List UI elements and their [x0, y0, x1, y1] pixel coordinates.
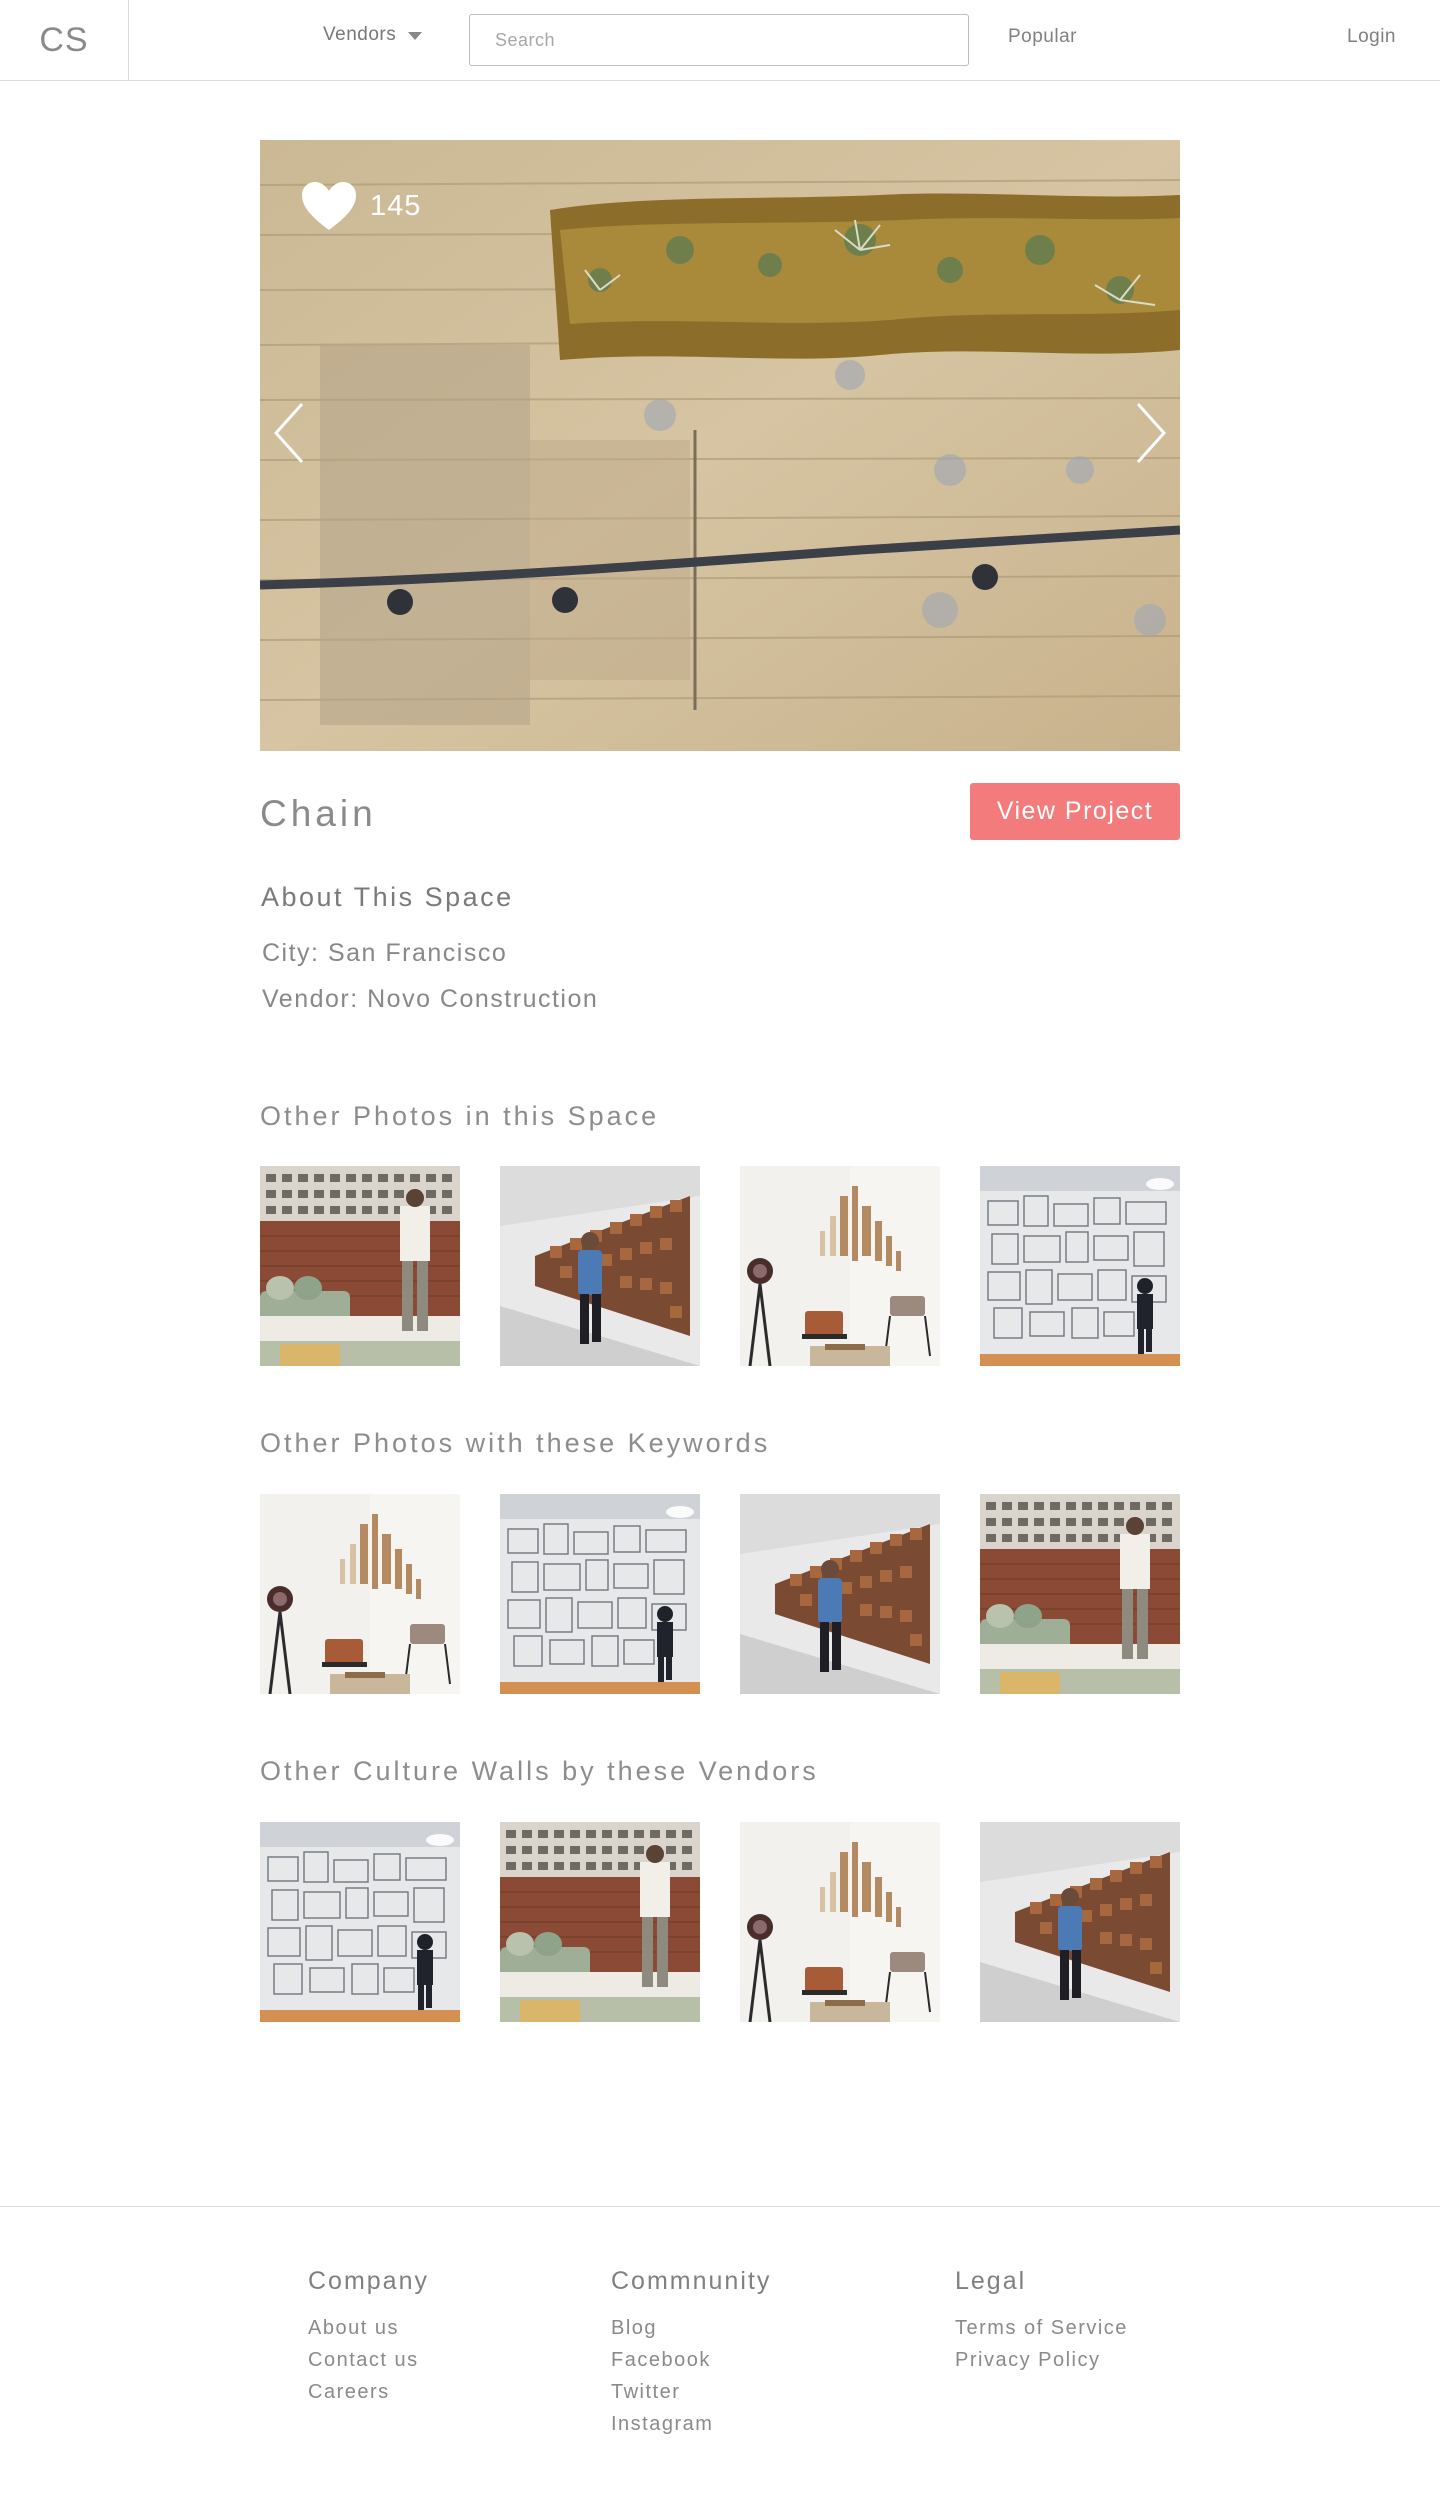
footer-link-careers[interactable]: Careers [308, 2376, 429, 2408]
thumbnail[interactable] [740, 1494, 940, 1694]
heart-icon [302, 182, 356, 230]
hero-carousel: 145 [260, 140, 1180, 751]
thumbnail[interactable] [740, 1166, 940, 1366]
footer-link-blog[interactable]: Blog [611, 2312, 771, 2344]
vendors-label: Vendors [323, 24, 397, 45]
section-heading-vendors: Other Culture Walls by these Vendors [260, 1756, 819, 1786]
footer-link-facebook[interactable]: Facebook [611, 2344, 771, 2376]
footer-column-legal: Legal Terms of Service Privacy Policy [955, 2267, 1128, 2376]
footer-column-community: Commnunity Blog Facebook Twitter Instagr… [611, 2267, 771, 2440]
chevron-down-icon [408, 32, 423, 40]
thumbnail[interactable] [260, 1494, 460, 1694]
footer: Company About us Contact us Careers Comm… [0, 2206, 1440, 2494]
about-heading: About This Space [261, 882, 514, 912]
search-input[interactable] [469, 14, 969, 66]
nav-login-link[interactable]: Login [1347, 26, 1396, 48]
footer-link-instagram[interactable]: Instagram [611, 2408, 771, 2440]
thumbnail[interactable] [980, 1494, 1180, 1694]
footer-column-company: Company About us Contact us Careers [308, 2267, 429, 2408]
like-counter[interactable]: 145 [300, 180, 421, 232]
footer-heading: Company [308, 2267, 429, 2295]
section-heading-space: Other Photos in this Space [260, 1101, 660, 1131]
footer-link-privacy[interactable]: Privacy Policy [955, 2344, 1128, 2376]
thumbnail[interactable] [500, 1166, 700, 1366]
section-heading-keywords: Other Photos with these Keywords [260, 1428, 771, 1458]
footer-heading: Commnunity [611, 2267, 772, 2295]
thumbnail[interactable] [980, 1166, 1180, 1366]
site-logo[interactable]: CS [0, 0, 129, 80]
footer-link-about[interactable]: About us [308, 2312, 429, 2344]
thumbnail[interactable] [500, 1494, 700, 1694]
chevron-right-icon[interactable] [1134, 402, 1168, 464]
top-nav: CS Vendors Popular Login [0, 0, 1440, 81]
thumbnail[interactable] [260, 1166, 460, 1366]
footer-link-twitter[interactable]: Twitter [611, 2376, 771, 2408]
thumbnail[interactable] [980, 1822, 1180, 2022]
page-title: Chain [260, 793, 377, 834]
footer-link-terms[interactable]: Terms of Service [955, 2312, 1128, 2344]
vendors-dropdown[interactable]: Vendors [323, 24, 423, 46]
thumbnail[interactable] [500, 1822, 700, 2022]
vendor-text: Vendor: Novo Construction [262, 985, 599, 1013]
thumbnail[interactable] [260, 1822, 460, 2022]
footer-link-contact[interactable]: Contact us [308, 2344, 429, 2376]
nav-popular-link[interactable]: Popular [1008, 26, 1077, 48]
thumbnail[interactable] [740, 1822, 940, 2022]
thumb-row-vendors [260, 1822, 1180, 2022]
view-project-button[interactable]: View Project [970, 783, 1180, 840]
thumb-row-keywords [260, 1494, 1180, 1694]
thumb-row-space [260, 1166, 1180, 1366]
chevron-left-icon[interactable] [272, 402, 306, 464]
city-text: City: San Francisco [262, 939, 508, 967]
footer-heading: Legal [955, 2267, 1027, 2295]
like-count: 145 [370, 189, 422, 222]
